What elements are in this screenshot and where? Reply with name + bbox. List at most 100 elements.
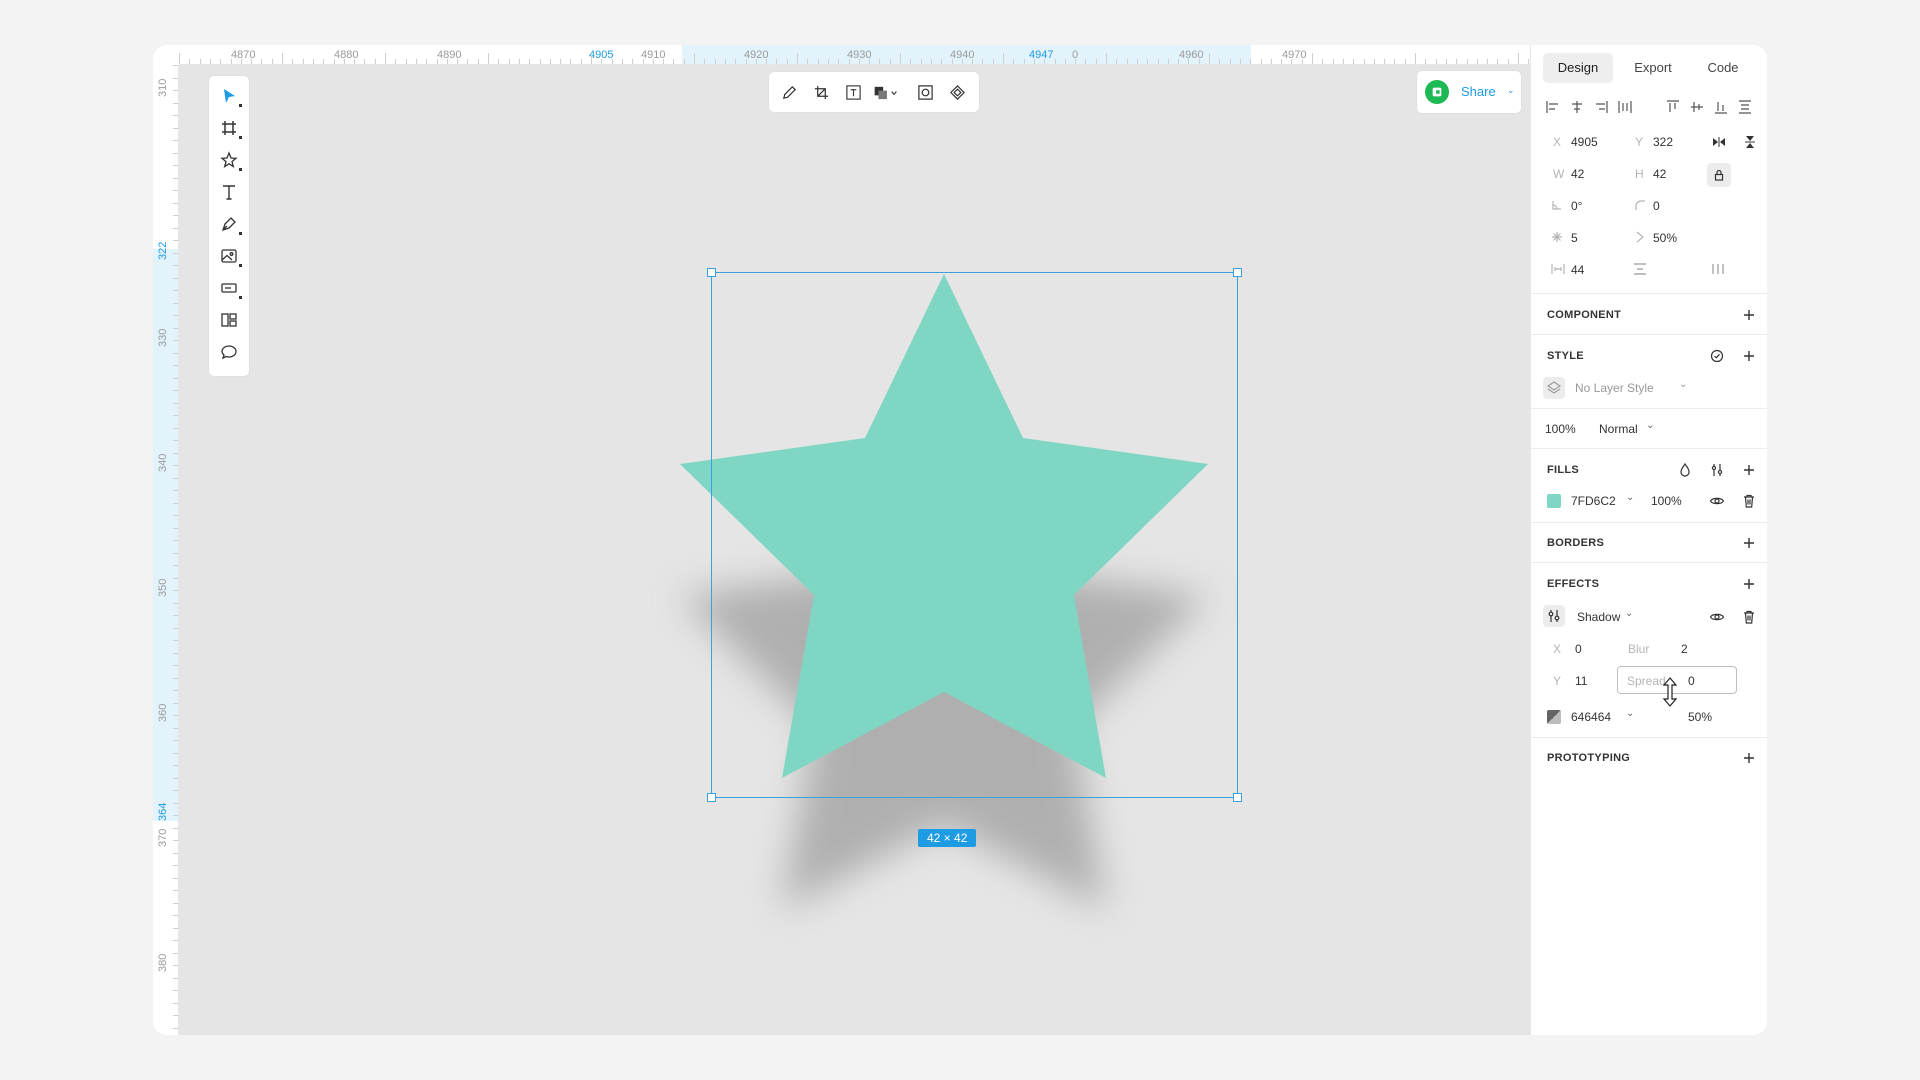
horizontal-ruler[interactable]: 4870 4880 4890 4905 4910 4920 4930 4940 … bbox=[179, 45, 1679, 65]
fill-hex-field[interactable]: 7FD6C2 bbox=[1571, 494, 1616, 508]
vertical-spacing-icon[interactable] bbox=[1633, 263, 1647, 275]
corner-radius-icon bbox=[1635, 200, 1645, 210]
add-style-icon[interactable] bbox=[1741, 348, 1757, 364]
star-ratio-icon bbox=[1636, 231, 1644, 243]
shadow-x-field[interactable]: 0 bbox=[1575, 642, 1582, 656]
shadow-opacity-field[interactable]: 50% bbox=[1688, 710, 1712, 724]
app-window: 4870 4880 4890 4905 4910 4920 4930 4940 … bbox=[153, 45, 1767, 1035]
shadow-hex-field[interactable]: 646464 bbox=[1571, 710, 1611, 724]
eye-icon[interactable] bbox=[1709, 493, 1725, 509]
frame-tool[interactable] bbox=[217, 116, 242, 140]
shape-tool[interactable] bbox=[217, 148, 242, 172]
align-right-icon[interactable] bbox=[1593, 99, 1609, 115]
add-border-icon[interactable] bbox=[1741, 535, 1757, 551]
style-check-icon[interactable] bbox=[1709, 348, 1725, 364]
x-label: X bbox=[1553, 135, 1562, 149]
align-bottom-icon[interactable] bbox=[1713, 99, 1729, 115]
comment-tool[interactable] bbox=[217, 340, 241, 364]
trash-icon[interactable] bbox=[1741, 609, 1757, 625]
layer-style-swatch[interactable] bbox=[1543, 377, 1565, 399]
star-ratio-field[interactable]: 50% bbox=[1653, 231, 1677, 245]
boolean-menu[interactable] bbox=[871, 82, 901, 102]
star-points-field[interactable]: 5 bbox=[1571, 231, 1578, 245]
tab-export[interactable]: Export bbox=[1623, 53, 1683, 83]
align-top-icon[interactable] bbox=[1665, 99, 1681, 115]
image-icon bbox=[221, 249, 237, 263]
effect-type-dropdown[interactable]: Shadow bbox=[1577, 610, 1620, 624]
distribute-horizontal-icon[interactable] bbox=[1617, 99, 1633, 115]
drop-icon[interactable] bbox=[1677, 462, 1693, 478]
vertical-ruler[interactable]: 310 322 330 340 350 360 364 370 380 bbox=[153, 65, 179, 1035]
shadow-y-field[interactable]: 11 bbox=[1575, 674, 1587, 688]
text-frame-button[interactable] bbox=[843, 82, 863, 102]
distribute-vertical-icon[interactable] bbox=[1737, 99, 1753, 115]
resize-handle-bottom-left[interactable] bbox=[707, 793, 716, 802]
chevron-down-icon: ⌄ bbox=[1646, 420, 1655, 431]
crop-button[interactable] bbox=[811, 82, 831, 102]
trash-icon[interactable] bbox=[1741, 493, 1757, 509]
width-field[interactable]: 42 bbox=[1571, 167, 1584, 181]
lock-ratio-button[interactable] bbox=[1707, 163, 1731, 187]
section-title-fills: FILLS bbox=[1547, 464, 1580, 476]
divider bbox=[1531, 737, 1767, 738]
add-component-icon[interactable] bbox=[1741, 307, 1757, 323]
widget-tool[interactable] bbox=[217, 276, 242, 300]
adjust-icon[interactable] bbox=[1709, 462, 1725, 478]
rotation-icon bbox=[1552, 201, 1561, 210]
ruler-tick bbox=[1106, 53, 1107, 64]
create-component-button[interactable] bbox=[947, 82, 967, 102]
add-effect-icon[interactable] bbox=[1741, 576, 1757, 592]
x-field[interactable]: 4905 bbox=[1571, 135, 1598, 149]
size-badge: 42 × 42 bbox=[918, 829, 977, 847]
ruler-tick bbox=[1312, 53, 1313, 64]
move-tool[interactable] bbox=[217, 84, 242, 108]
resize-handle-top-right[interactable] bbox=[1233, 268, 1242, 277]
eye-icon[interactable] bbox=[1709, 609, 1725, 625]
spacing-field[interactable]: 44 bbox=[1571, 263, 1584, 277]
w-label: W bbox=[1553, 167, 1565, 181]
share-button[interactable]: Share ⌄ bbox=[1417, 71, 1521, 113]
ruler-label: 340 bbox=[157, 453, 169, 472]
resize-handle-bottom-right[interactable] bbox=[1233, 793, 1242, 802]
pen-tool[interactable] bbox=[217, 212, 242, 236]
y-field[interactable]: 322 bbox=[1653, 135, 1673, 149]
shadow-blur-field[interactable]: 2 bbox=[1681, 642, 1688, 656]
align-left-icon[interactable] bbox=[1545, 99, 1561, 115]
fill-color-swatch[interactable] bbox=[1547, 494, 1561, 508]
selection-box[interactable] bbox=[707, 268, 1242, 802]
divider bbox=[1531, 334, 1767, 335]
mask-button[interactable] bbox=[915, 82, 935, 102]
components-tool[interactable] bbox=[217, 308, 241, 332]
columns-icon[interactable] bbox=[1711, 263, 1725, 275]
ruler-label: 330 bbox=[157, 328, 169, 347]
fill-opacity-field[interactable]: 100% bbox=[1651, 494, 1682, 508]
add-fill-icon[interactable] bbox=[1741, 462, 1757, 478]
text-icon bbox=[223, 185, 235, 200]
flip-horizontal-button[interactable] bbox=[1711, 134, 1727, 150]
ruler-tick bbox=[694, 53, 695, 64]
shadow-color-swatch[interactable] bbox=[1547, 710, 1561, 724]
height-field[interactable]: 42 bbox=[1653, 167, 1666, 181]
rotation-field[interactable]: 0° bbox=[1571, 199, 1582, 213]
layer-style-dropdown[interactable]: No Layer Style bbox=[1575, 381, 1654, 395]
shadow-spread-field[interactable]: Spread 0 bbox=[1617, 666, 1737, 694]
divider bbox=[1531, 408, 1767, 409]
section-title-borders: BORDERS bbox=[1547, 537, 1605, 549]
blend-mode-dropdown[interactable]: Normal bbox=[1599, 422, 1638, 436]
corner-radius-field[interactable]: 0 bbox=[1653, 199, 1660, 213]
tab-design[interactable]: Design bbox=[1543, 53, 1613, 83]
shadow-spread-placeholder: Spread bbox=[1627, 674, 1666, 688]
resize-handle-top-left[interactable] bbox=[707, 268, 716, 277]
align-center-vertical-icon[interactable] bbox=[1689, 99, 1705, 115]
align-center-horizontal-icon[interactable] bbox=[1569, 99, 1585, 115]
design-canvas[interactable]: 42 × 42 Share ⌄ bbox=[179, 65, 1530, 1035]
layer-opacity-field[interactable]: 100% bbox=[1545, 422, 1576, 436]
effect-settings-button[interactable] bbox=[1543, 605, 1565, 627]
chevron-down-icon: ⌄ bbox=[1507, 85, 1515, 95]
text-tool[interactable] bbox=[217, 180, 241, 204]
image-tool[interactable] bbox=[217, 244, 242, 268]
flip-vertical-button[interactable] bbox=[1742, 134, 1758, 150]
edit-button[interactable] bbox=[779, 82, 799, 102]
tab-code[interactable]: Code bbox=[1693, 53, 1753, 83]
add-prototyping-icon[interactable] bbox=[1741, 750, 1757, 766]
